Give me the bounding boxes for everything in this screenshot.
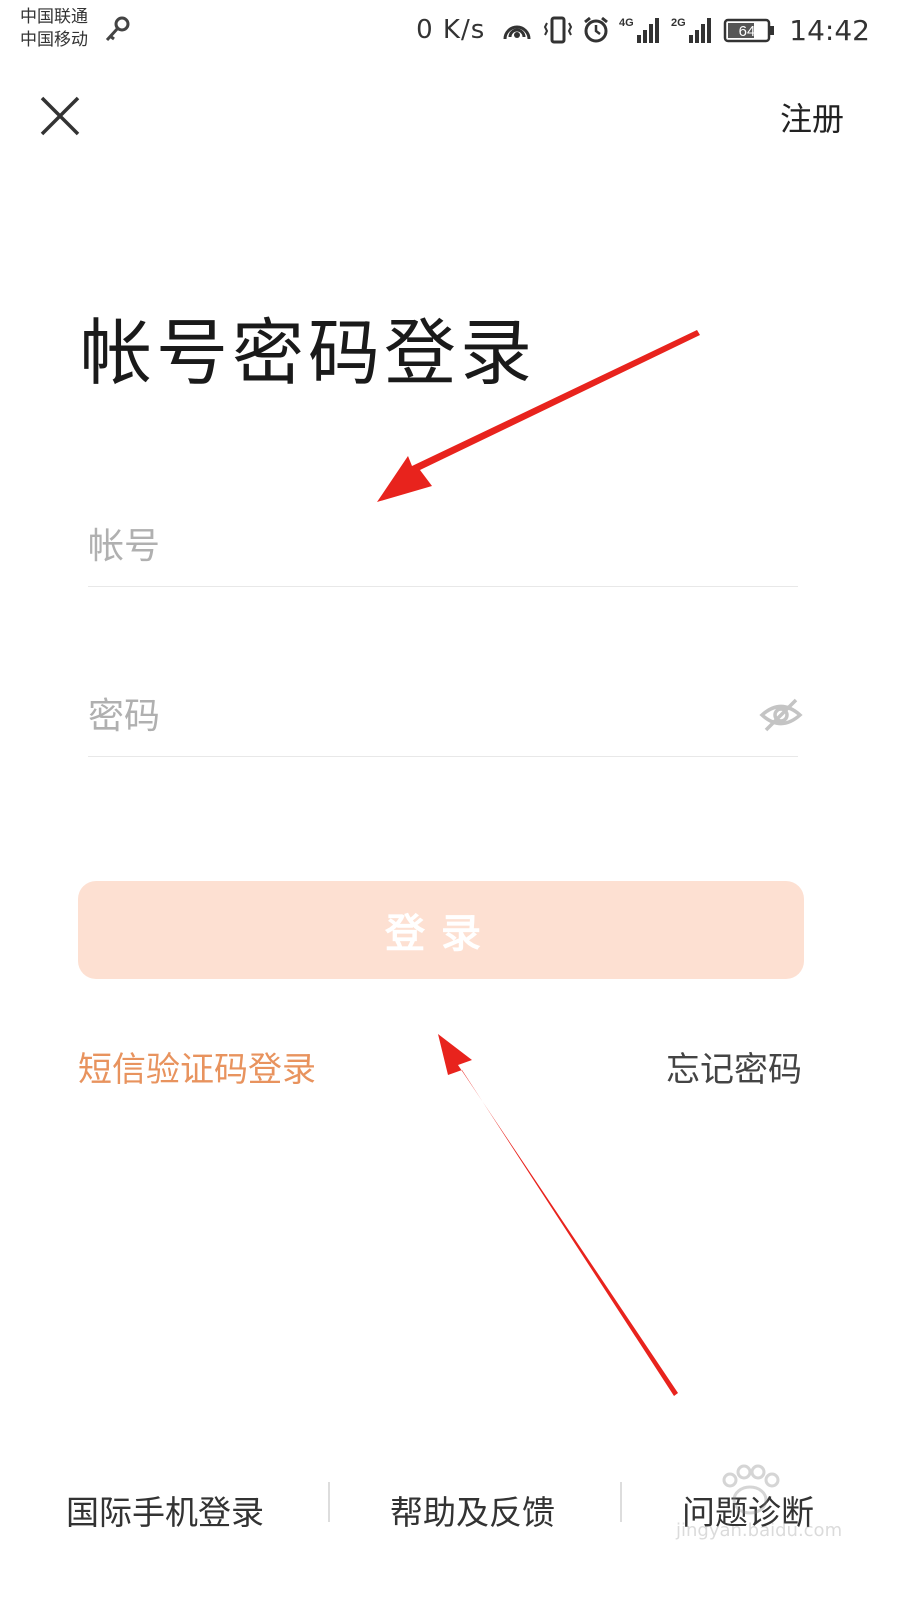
annotation-arrow-login xyxy=(438,1034,678,1396)
annotation-overlay xyxy=(377,330,700,1396)
signal-2g-icon: 2G xyxy=(671,17,712,43)
carrier-1: 中国联通 xyxy=(20,7,88,27)
sms-login-link[interactable]: 短信验证码登录 xyxy=(78,1042,316,1091)
signal-4g-icon: 4G xyxy=(619,17,660,43)
forgot-password-link[interactable]: 忘记密码 xyxy=(666,1042,802,1091)
account-input[interactable] xyxy=(88,506,728,586)
eye-off-icon[interactable] xyxy=(758,692,804,738)
page-title: 帐号密码登录 xyxy=(80,311,537,395)
key-icon xyxy=(105,16,130,42)
net-badge-4g: 4G xyxy=(619,17,634,29)
battery-level: 64 xyxy=(739,23,756,40)
status-bar: 中国联通 中国移动 0 K/s 4G 2G 64 14:42 xyxy=(0,0,900,62)
account-field xyxy=(88,506,798,587)
footer-divider xyxy=(328,1482,330,1522)
help-feedback-link[interactable]: 帮助及反馈 xyxy=(390,1486,555,1534)
password-field xyxy=(88,676,803,757)
vibrate-icon xyxy=(544,16,573,44)
login-button[interactable]: 登录 xyxy=(78,881,804,979)
carrier-2: 中国移动 xyxy=(20,30,88,50)
net-badge-2g: 2G xyxy=(671,17,686,29)
status-icons: 0 K/s 4G 2G 64 14:42 xyxy=(416,12,870,48)
footer-divider xyxy=(620,1482,622,1522)
international-login-link[interactable]: 国际手机登录 xyxy=(66,1486,264,1534)
hotspot-icon xyxy=(503,25,531,40)
net-speed: 0 K/s xyxy=(416,15,486,45)
clock: 14:42 xyxy=(789,13,870,47)
close-icon[interactable] xyxy=(36,92,84,140)
carrier-info: 中国联通 中国移动 xyxy=(20,6,88,52)
register-link[interactable]: 注册 xyxy=(780,94,844,140)
baidu-paw-logo xyxy=(722,1464,780,1515)
watermark: jingyan.baidu.com xyxy=(660,1462,843,1552)
watermark-text: jingyan.baidu.com xyxy=(676,1520,843,1541)
password-input[interactable] xyxy=(88,676,728,756)
battery-icon: 64 xyxy=(724,18,775,43)
alarm-icon xyxy=(584,16,609,43)
